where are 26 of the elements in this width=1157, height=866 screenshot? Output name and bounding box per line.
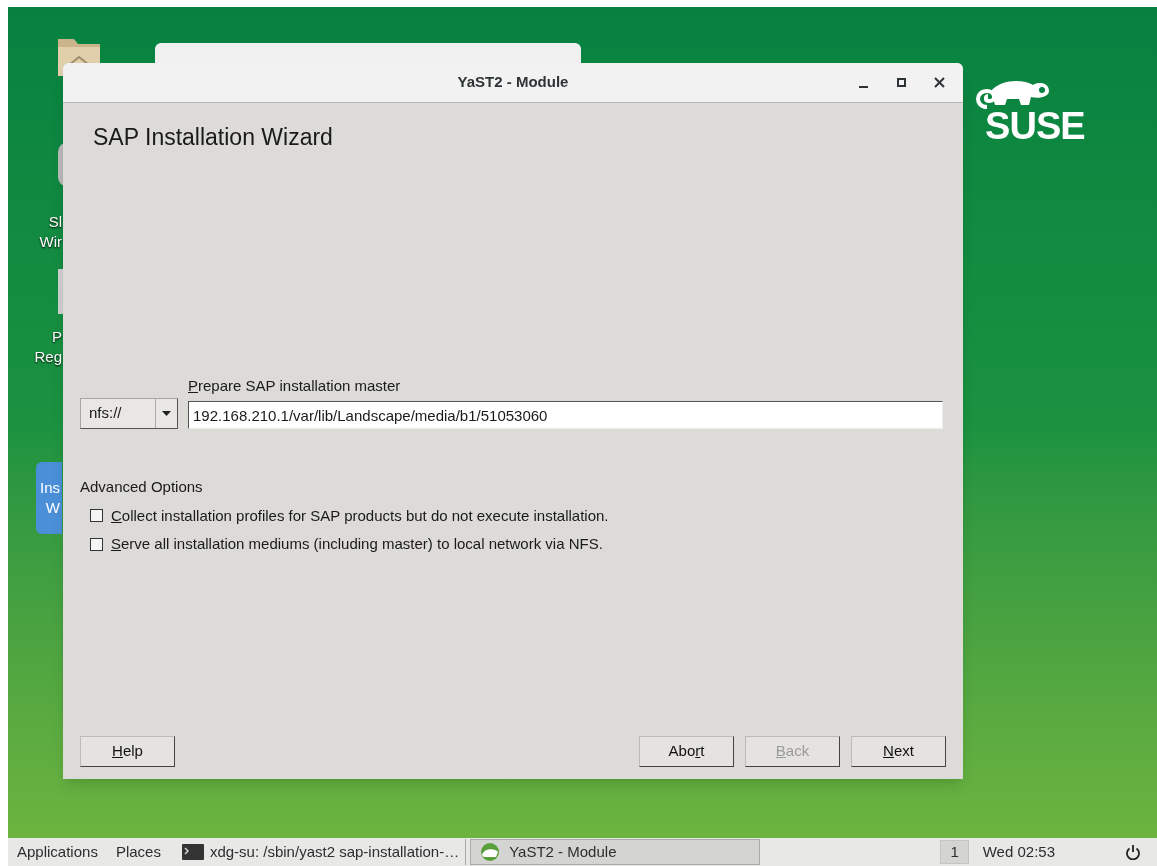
checkbox[interactable] bbox=[90, 509, 103, 523]
path-input-field[interactable]: 192.168.210.1/var/lib/Landscape/media/b1/51053060 bbox=[188, 401, 943, 429]
task-button[interactable]: YaST2 - Module bbox=[470, 839, 761, 865]
caret-icon bbox=[162, 411, 171, 416]
dialog-button[interactable]: Next bbox=[851, 736, 946, 767]
clock: Wed 02:53 bbox=[982, 841, 1055, 862]
scheme-dropdown[interactable]: nfs:// bbox=[80, 398, 178, 429]
task-button[interactable]: xdg-su: /sbin/yast2 sap-installation-… bbox=[175, 839, 467, 865]
dialog-button[interactable]: Abort bbox=[639, 736, 734, 767]
menu-button[interactable]: Places bbox=[106, 838, 170, 866]
desktop-icon-label[interactable]: Sl Wir bbox=[28, 212, 62, 252]
menu-button[interactable]: Applications bbox=[8, 838, 107, 866]
terminal-icon bbox=[181, 844, 204, 860]
checkbox-label: Collect installation profiles for SAP products but do not execute installation. bbox=[111, 505, 609, 526]
desktop-icon-label[interactable]: P Reg bbox=[28, 327, 62, 367]
workspace-indicator[interactable]: 1 bbox=[940, 839, 969, 865]
checkbox-label: Serve all installation mediums (including master) to local network via NFS. bbox=[111, 534, 603, 554]
field-label: Prepare SAP installation master bbox=[188, 375, 402, 396]
power-icon[interactable] bbox=[1125, 844, 1141, 860]
close-icon bbox=[933, 77, 945, 88]
wizard-heading: SAP Installation Wizard bbox=[93, 123, 334, 152]
suse-logo: SUSE bbox=[973, 79, 1085, 145]
window-title: YaST2 - Module bbox=[457, 72, 569, 93]
section-heading: Advanced Options bbox=[80, 477, 204, 497]
dialog-button[interactable]: Help bbox=[80, 736, 175, 767]
checkbox[interactable] bbox=[90, 537, 103, 551]
